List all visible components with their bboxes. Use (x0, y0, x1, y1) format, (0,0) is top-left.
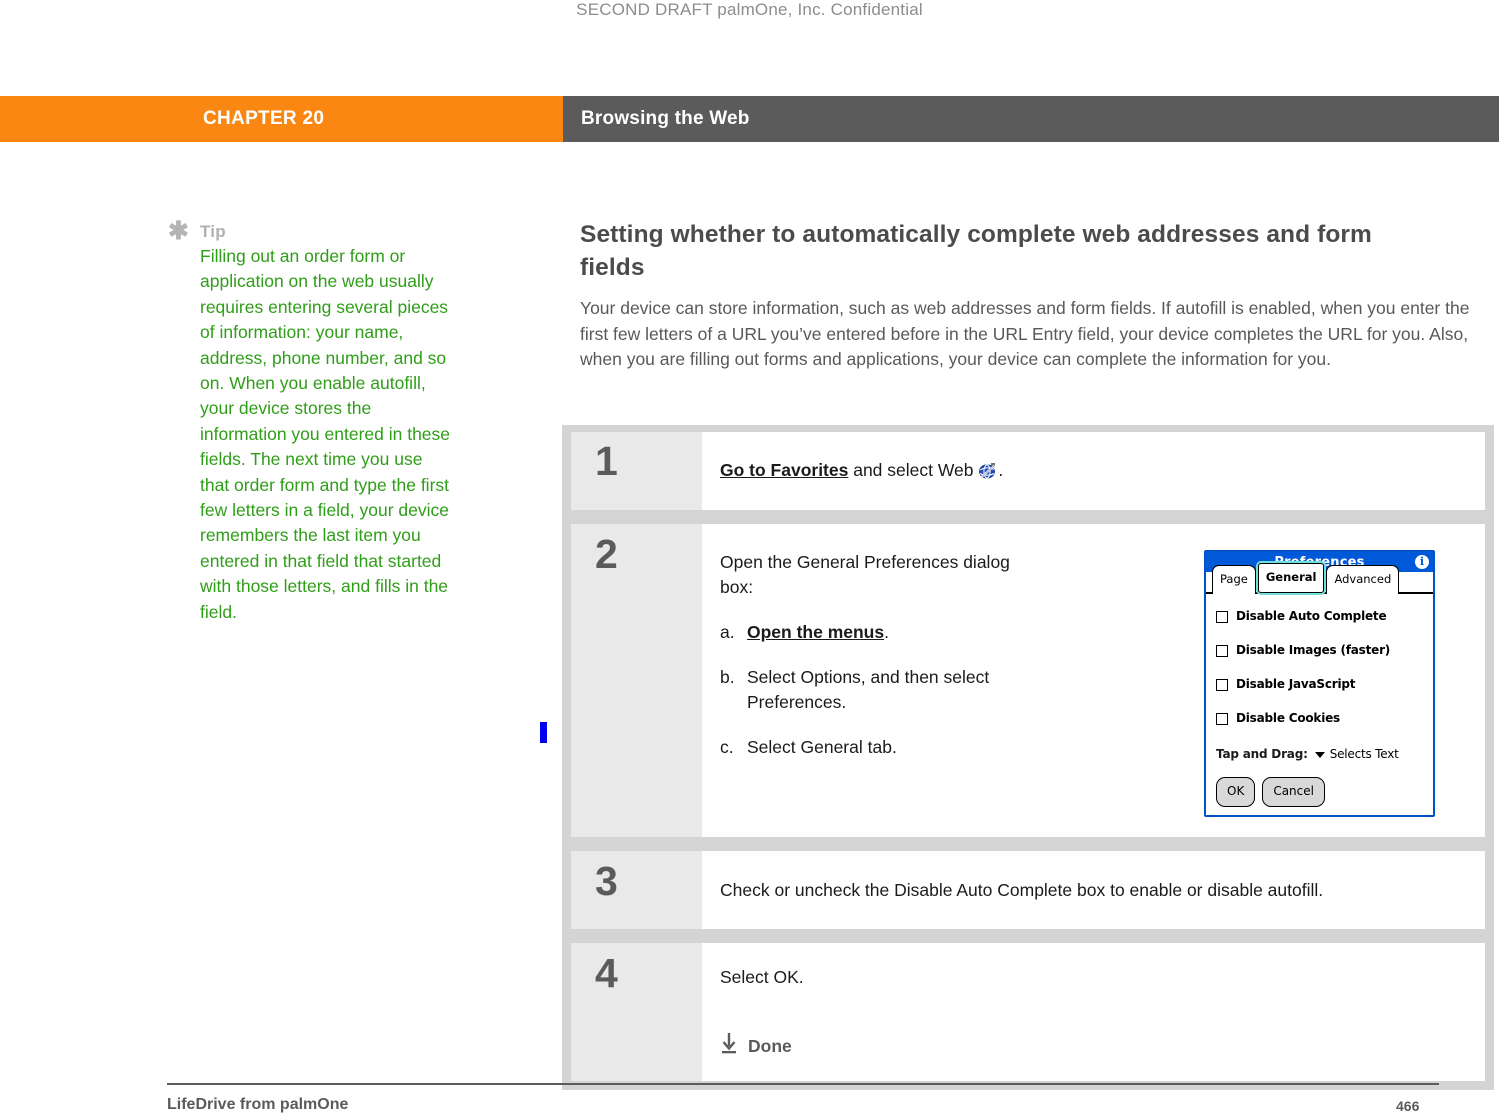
step-content: Go to Favorites and select Web . (702, 432, 1485, 510)
tab-advanced[interactable]: Advanced (1326, 565, 1400, 594)
step-content: Check or uncheck the Disable Auto Comple… (702, 851, 1485, 929)
dialog-tab-strip: Page General Advanced (1206, 563, 1433, 594)
done-label: Done (748, 1036, 792, 1056)
procedure-steps-container: 1 Go to Favorites and select Web . 2 Ope… (562, 425, 1494, 1090)
chevron-down-icon[interactable] (1314, 751, 1325, 758)
checkbox-row-disable-images[interactable]: Disable Images (faster) (1216, 638, 1423, 663)
substep-text: Open the menus. (747, 620, 1020, 645)
checkbox-label: Disable Images (faster) (1236, 643, 1391, 657)
step-number: 1 (571, 432, 702, 510)
asterisk-icon: ✱ (168, 217, 189, 245)
chapter-title-label: Browsing the Web (581, 108, 750, 129)
checkbox-label: Disable JavaScript (1236, 677, 1356, 691)
info-icon[interactable]: i (1415, 555, 1429, 569)
section-heading: Setting whether to automatically complet… (580, 221, 1372, 281)
preferences-dialog-screenshot: Preferences i Page General Advanced Disa… (1204, 550, 1435, 817)
checkbox-row-disable-cookies[interactable]: Disable Cookies (1216, 706, 1423, 731)
step-row: 3 Check or uncheck the Disable Auto Comp… (571, 851, 1485, 929)
step1-text-end: . (998, 460, 1004, 480)
step4-text: Select OK. (720, 967, 804, 987)
substep-a-suffix: . (884, 622, 889, 642)
done-indicator: Done (720, 1032, 1467, 1061)
tab-page[interactable]: Page (1212, 565, 1256, 594)
main-content-column: Setting whether to automatically complet… (580, 218, 1480, 373)
tip-callout: ✱ Tip Filling out an order form or appli… (168, 217, 468, 625)
footer-product-name: LifeDrive from palmOne (167, 1096, 349, 1113)
step-number: 2 (571, 524, 702, 837)
checkbox-icon[interactable] (1216, 712, 1228, 725)
checkbox-row-disable-auto-complete[interactable]: Disable Auto Complete (1216, 604, 1423, 629)
open-the-menus-link[interactable]: Open the menus (747, 622, 884, 642)
checkbox-icon[interactable] (1216, 610, 1228, 623)
substep-text: Select Options, and then select Preferen… (747, 667, 990, 712)
change-bar-marker (540, 722, 547, 743)
chapter-header-band: CHAPTER 20 Browsing the Web (0, 96, 1499, 142)
down-arrow-to-bar-icon (720, 1032, 738, 1061)
tip-header: ✱ Tip (168, 217, 468, 245)
step2-lead-text: Open the General Preferences dialog box: (720, 552, 1010, 597)
substep-marker: c. (720, 737, 734, 757)
go-to-favorites-link[interactable]: Go to Favorites (720, 460, 848, 480)
step-content: Select OK. Done (702, 943, 1485, 1081)
step2-instructions: Open the General Preferences dialog box:… (720, 546, 1020, 760)
dialog-body: Disable Auto Complete Disable Images (fa… (1206, 594, 1433, 815)
tip-label: Tip (200, 222, 226, 241)
chapter-number-label: CHAPTER 20 (203, 108, 325, 129)
step-number: 4 (571, 943, 702, 1081)
tab-general[interactable]: General (1257, 563, 1325, 593)
dialog-button-row: OK Cancel (1216, 777, 1423, 807)
substep-marker: b. (720, 667, 735, 687)
chapter-number-block: CHAPTER 20 (0, 96, 563, 142)
checkbox-label: Disable Auto Complete (1236, 609, 1387, 623)
step2-layout: Open the General Preferences dialog box:… (720, 546, 1467, 817)
step-row: 4 Select OK. Done (571, 943, 1485, 1081)
substep-text: Select General tab. (747, 737, 897, 757)
step-row: 1 Go to Favorites and select Web . (571, 432, 1485, 510)
footer-page-number: 466 (1396, 1098, 1420, 1114)
step-row: 2 Open the General Preferences dialog bo… (571, 524, 1485, 837)
checkbox-label: Disable Cookies (1236, 711, 1341, 725)
substep-a: a. Open the menus. (720, 620, 1020, 645)
step1-text-after: and select Web (848, 460, 979, 480)
step-number: 3 (571, 851, 702, 929)
footer-divider (167, 1083, 1439, 1085)
substep-c: c. Select General tab. (720, 735, 1020, 760)
chapter-title-block: Browsing the Web (563, 96, 1499, 142)
cancel-button[interactable]: Cancel (1262, 777, 1325, 807)
tap-and-drag-label: Tap and Drag: (1216, 747, 1308, 761)
substep-marker: a. (720, 622, 735, 642)
step-content: Open the General Preferences dialog box:… (702, 524, 1485, 837)
tap-and-drag-value: Selects Text (1329, 747, 1399, 761)
tap-and-drag-setting[interactable]: Tap and Drag: Selects Text (1216, 742, 1423, 767)
checkbox-icon[interactable] (1216, 644, 1228, 657)
section-intro-paragraph: Your device can store information, such … (580, 298, 1470, 369)
substep-b: b. Select Options, and then select Prefe… (720, 665, 1020, 715)
draft-notice: SECOND DRAFT palmOne, Inc. Confidential (576, 0, 923, 19)
ok-button[interactable]: OK (1216, 777, 1256, 807)
web-globe-icon (979, 461, 997, 486)
checkbox-icon[interactable] (1216, 678, 1228, 691)
checkbox-row-disable-javascript[interactable]: Disable JavaScript (1216, 672, 1423, 697)
tip-body-text: Filling out an order form or application… (200, 246, 451, 622)
